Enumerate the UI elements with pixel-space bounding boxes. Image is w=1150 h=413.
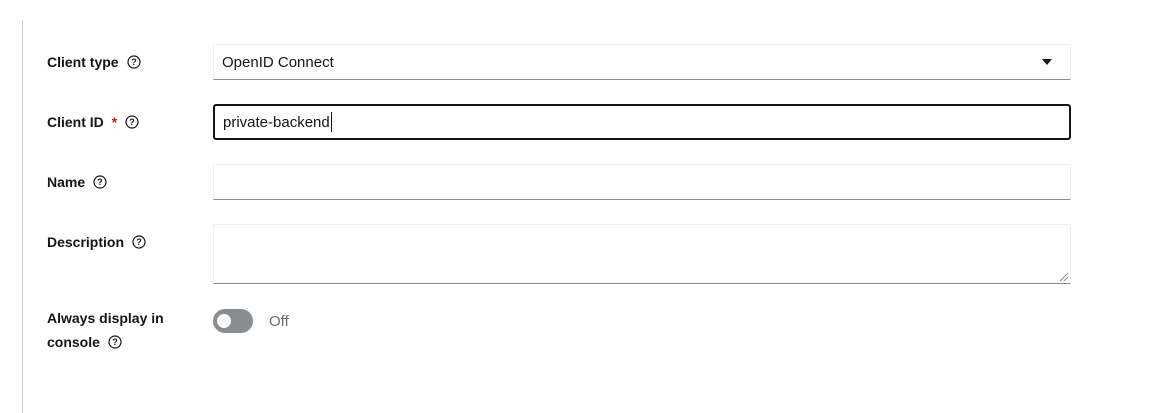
client-id-label: Client ID — [47, 114, 104, 130]
help-circle-icon[interactable]: ? — [93, 175, 107, 189]
client-type-select[interactable]: OpenID Connect — [213, 44, 1071, 80]
client-type-label: Client type — [47, 54, 119, 70]
client-type-label-group: Client type ? — [47, 50, 141, 74]
always-display-toggle-group: Off — [213, 309, 289, 333]
required-marker: * — [111, 114, 118, 130]
toggle-state-label: Off — [269, 312, 289, 330]
toggle-knob — [217, 314, 231, 328]
description-label-group: Description ? — [47, 230, 146, 254]
name-label: Name — [47, 174, 86, 190]
text-cursor — [330, 112, 332, 132]
name-input[interactable] — [213, 164, 1071, 200]
client-id-label-group: Client ID * ? — [47, 110, 139, 134]
help-circle-icon[interactable]: ? — [108, 335, 122, 349]
always-display-label-group: Always display in console ? — [47, 306, 164, 354]
svg-text:?: ? — [97, 177, 103, 187]
help-circle-icon[interactable]: ? — [132, 235, 146, 249]
client-type-value: OpenID Connect — [222, 53, 334, 71]
caret-down-icon — [1042, 59, 1052, 65]
svg-text:?: ? — [112, 337, 118, 347]
svg-text:?: ? — [136, 237, 142, 247]
always-display-label-line1: Always display in — [47, 310, 164, 326]
svg-text:?: ? — [131, 57, 137, 67]
client-settings-form: Client type ? OpenID Connect Client ID *… — [0, 0, 1150, 413]
always-display-toggle[interactable] — [213, 309, 253, 333]
svg-text:?: ? — [129, 117, 135, 127]
name-label-group: Name ? — [47, 170, 107, 194]
client-id-input[interactable]: private-backend — [213, 104, 1071, 140]
left-divider — [22, 20, 23, 413]
description-label: Description — [47, 234, 125, 250]
client-id-value: private-backend — [223, 113, 330, 131]
always-display-label-line2: console — [47, 334, 100, 350]
resize-handle-icon[interactable] — [1059, 272, 1069, 282]
help-circle-icon[interactable]: ? — [125, 115, 139, 129]
always-display-label-line2-wrap: console ? — [47, 330, 164, 354]
help-circle-icon[interactable]: ? — [126, 55, 141, 69]
description-textarea[interactable] — [213, 224, 1071, 284]
